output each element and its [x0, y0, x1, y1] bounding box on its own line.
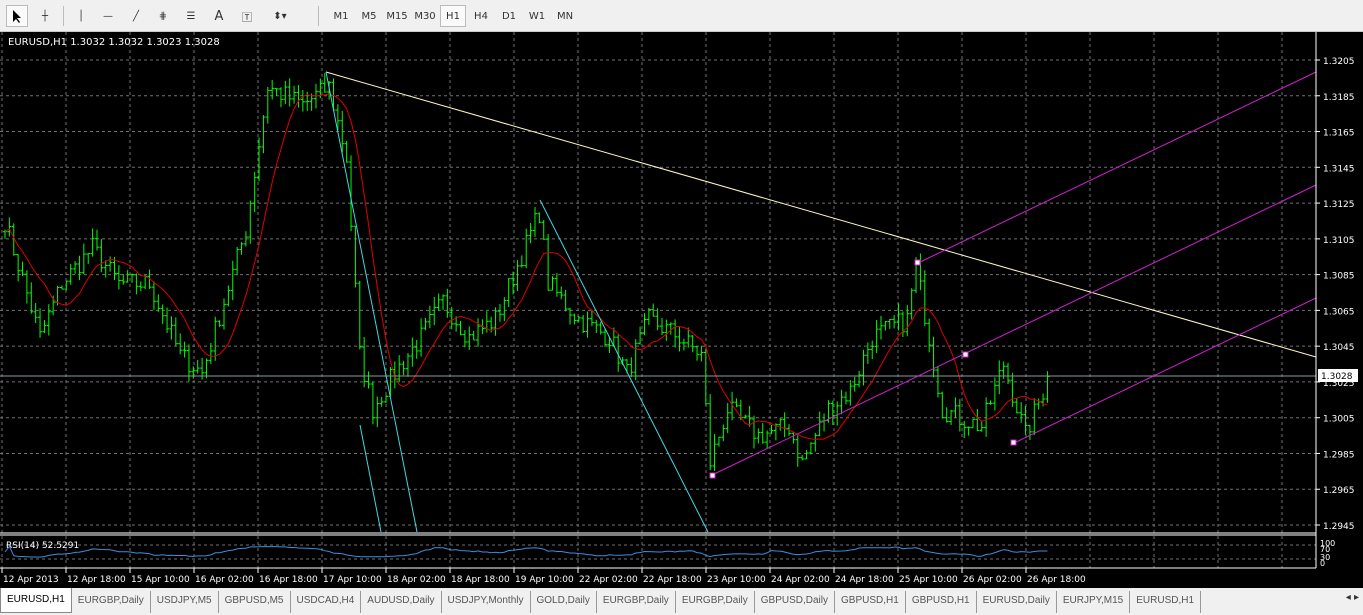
channel-anchor[interactable]	[709, 472, 716, 479]
time-tick-label: 18 Apr 18:00	[451, 575, 510, 585]
crosshair-tool-button[interactable]: ┼	[34, 5, 56, 27]
time-tick-label: 23 Apr 10:00	[707, 575, 766, 585]
timeframe-m1[interactable]: M1	[328, 5, 354, 27]
vertical-line-button[interactable]: │	[70, 5, 92, 27]
chart-header: EURUSD,H1 1.3032 1.3032 1.3023 1.3028	[8, 37, 220, 48]
price-tick-label: 1.3125	[1323, 200, 1355, 210]
chart-tab[interactable]: EURUSD,H1	[1130, 591, 1202, 613]
price-tick-label: 1.3105	[1323, 236, 1355, 246]
timeframe-m15[interactable]: M15	[384, 5, 410, 27]
chart-canvas[interactable]: 1.3205 1.3185 1.3165 1.3145 1.3125 1.3105 1.30…	[0, 32, 1363, 588]
rsi-label: RSI(14) 52.5291	[6, 541, 79, 551]
arrows-icon: ⬍▾	[273, 10, 287, 22]
chart-tab[interactable]: GBPUSD,Daily	[755, 591, 836, 613]
timeframe-m30[interactable]: M30	[412, 5, 438, 27]
time-tick-label: 18 Apr 02:00	[387, 575, 446, 585]
channel-button[interactable]: ⋕	[152, 5, 174, 27]
horizontal-line-icon: —	[103, 10, 113, 22]
channel-anchor[interactable]	[962, 351, 969, 358]
vertical-line-icon: │	[77, 10, 85, 22]
text-tool-button[interactable]: A	[208, 5, 230, 27]
toolbar: ┼ │ — ╱ ⋕ ☰ A 🅃 ⬍▾ M1 M5 M15 M30 H1 H4 D1 W1 MN	[0, 0, 1363, 32]
cyan-line-1[interactable]	[325, 71, 418, 533]
time-tick-label: 16 Apr 02:00	[195, 575, 254, 585]
time-tick-label: 26 Apr 02:00	[963, 575, 1022, 585]
channel-anchor[interactable]	[1010, 439, 1017, 446]
rsi-line	[4, 545, 1048, 558]
chart-tab[interactable]: GBPUSD,M5	[219, 591, 291, 613]
time-tick-label: 25 Apr 10:00	[899, 575, 958, 585]
time-tick-label: 16 Apr 18:00	[259, 575, 318, 585]
chart-tab[interactable]: EURUSD,Daily	[977, 591, 1057, 613]
tab-scroll-arrows[interactable]: ◂ ▸	[1346, 592, 1359, 603]
channel-mid-line[interactable]	[711, 184, 1317, 476]
price-tick-label: 1.3005	[1323, 415, 1355, 425]
chart-tab[interactable]: GOLD,Daily	[531, 591, 597, 613]
cyan-line-2[interactable]	[359, 424, 382, 533]
crosshair-icon: ┼	[41, 10, 49, 22]
chart-tab[interactable]: GBPUSD,H1	[835, 591, 906, 613]
time-tick-label: 24 Apr 02:00	[771, 575, 830, 585]
time-tick-label: 24 Apr 18:00	[835, 575, 894, 585]
timeframe-m5[interactable]: M5	[356, 5, 382, 27]
price-tick-label: 1.3065	[1323, 307, 1355, 317]
price-tick-label: 1.3045	[1323, 343, 1355, 353]
chart-tab[interactable]: EURGBP,Daily	[72, 591, 151, 613]
fibonacci-icon: ☰	[186, 10, 196, 22]
channel-anchor[interactable]	[914, 259, 921, 266]
chart-tabs: EURUSD,H1 EURGBP,Daily USDJPY,M5 GBPUSD,M5 U…	[0, 588, 1340, 615]
cyan-line-3[interactable]	[539, 199, 709, 533]
chart-tab[interactable]: EURGBP,Daily	[597, 591, 676, 613]
timeframe-w1[interactable]: W1	[524, 5, 550, 27]
fibonacci-button[interactable]: ☰	[180, 5, 202, 27]
price-tick-label: 1.3085	[1323, 272, 1355, 282]
price-chart[interactable]: 1.3205 1.3185 1.3165 1.3145 1.3125 1.3105 1.30…	[0, 32, 1363, 588]
horizontal-line-button[interactable]: —	[97, 5, 119, 27]
arrows-dropdown-button[interactable]: ⬍▾	[264, 5, 296, 27]
price-tick-label: 1.2945	[1323, 522, 1355, 532]
time-tick-label: 22 Apr 02:00	[579, 575, 638, 585]
chart-tab[interactable]: AUDUSD,Daily	[361, 591, 442, 613]
time-tick-label: 12 Apr 18:00	[67, 575, 126, 585]
price-tick-label: 1.2965	[1323, 486, 1355, 496]
trendline-icon: ╱	[132, 10, 140, 22]
time-tick-label: 15 Apr 10:00	[131, 575, 190, 585]
channel-bottom-line[interactable]	[1013, 297, 1317, 444]
chart-tab[interactable]: USDJPY,Monthly	[442, 591, 531, 613]
chart-tab[interactable]: GBPUSD,H1	[906, 591, 977, 613]
text-label-icon: 🅃	[242, 12, 252, 24]
price-tick-label: 1.3205	[1323, 57, 1355, 67]
channel-icon: ⋕	[158, 10, 168, 22]
timeframe-mn[interactable]: MN	[552, 5, 578, 27]
chart-tab[interactable]: EURGBP,Daily	[676, 591, 755, 613]
cursor-icon	[13, 10, 21, 23]
text-icon: A	[214, 8, 224, 24]
cursor-tool-button[interactable]	[6, 5, 28, 27]
timeframe-h4[interactable]: H4	[468, 5, 494, 27]
time-tick-label: 22 Apr 18:00	[643, 575, 702, 585]
chart-tab[interactable]: USDJPY,M5	[151, 591, 219, 613]
rsi-level-0: 0	[1320, 559, 1325, 568]
price-tick-label: 1.3145	[1323, 164, 1355, 174]
price-tick-label: 1.2985	[1323, 450, 1355, 460]
timeframe-h1[interactable]: H1	[440, 5, 466, 27]
time-tick-label: 12 Apr 2013	[3, 575, 59, 585]
time-tick-label: 26 Apr 18:00	[1027, 575, 1086, 585]
time-tick-label: 19 Apr 10:00	[515, 575, 574, 585]
current-price-label: 1.3028	[1321, 372, 1353, 382]
price-tick-label: 1.3185	[1323, 93, 1355, 103]
timeframe-d1[interactable]: D1	[496, 5, 522, 27]
chart-tab[interactable]: USDCAD,H4	[291, 591, 362, 613]
trendline-button[interactable]: ╱	[125, 5, 147, 27]
resistance-trendline[interactable]	[325, 71, 1317, 358]
time-tick-label: 17 Apr 10:00	[323, 575, 382, 585]
price-tick-label: 1.3165	[1323, 129, 1355, 139]
text-label-button[interactable]: 🅃	[236, 5, 258, 27]
chart-tab[interactable]: EURUSD,H1	[0, 588, 72, 613]
chart-tab[interactable]: EURJPY,M15	[1057, 591, 1131, 613]
